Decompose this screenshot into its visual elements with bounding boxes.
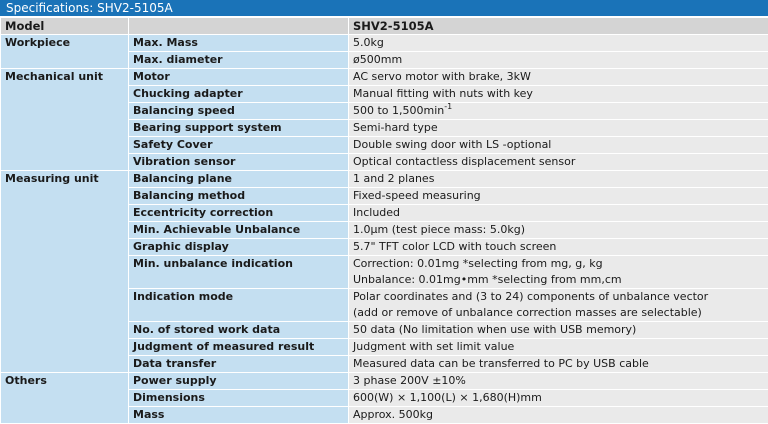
spec-value: Approx. 500kg bbox=[349, 407, 768, 424]
balancing-speed-value: 500 to 1,500min bbox=[353, 104, 444, 117]
header-model-value: SHV2-5105A bbox=[349, 18, 768, 35]
spec-value: 600(W) × 1,100(L) × 1,680(H)mm bbox=[349, 390, 768, 407]
spec-value: 5.7" TFT color LCD with touch screen bbox=[349, 239, 768, 256]
table-row: Others Power supply 3 phase 200V ±10% bbox=[1, 373, 768, 390]
spec-title: Specifications: SHV2-5105A bbox=[0, 0, 768, 17]
spec-table: Model SHV2-5105A Workpiece Max. Mass 5.0… bbox=[0, 17, 768, 424]
spec-item: No. of stored work data bbox=[129, 322, 349, 339]
header-blank bbox=[129, 18, 349, 35]
spec-item: Balancing plane bbox=[129, 171, 349, 188]
indication-mode-line2: (add or remove of unbalance correction m… bbox=[353, 305, 764, 321]
spec-item: Graphic display bbox=[129, 239, 349, 256]
spec-item: Safety Cover bbox=[129, 137, 349, 154]
balancing-speed-exponent: -1 bbox=[444, 103, 452, 112]
category-workpiece: Workpiece bbox=[1, 35, 129, 69]
spec-value: Measured data can be transferred to PC b… bbox=[349, 356, 768, 373]
spec-item: Balancing method bbox=[129, 188, 349, 205]
spec-value: ø500mm bbox=[349, 52, 768, 69]
spec-value: Included bbox=[349, 205, 768, 222]
spec-item: Max. Mass bbox=[129, 35, 349, 52]
spec-value: 1.0μm (test piece mass: 5.0kg) bbox=[349, 222, 768, 239]
category-mechanical-unit: Mechanical unit bbox=[1, 69, 129, 171]
category-measuring-unit: Measuring unit bbox=[1, 171, 129, 373]
table-row: Mechanical unit Motor AC servo motor wit… bbox=[1, 69, 768, 86]
spec-item: Bearing support system bbox=[129, 120, 349, 137]
spec-item: Judgment of measured result bbox=[129, 339, 349, 356]
unbalance-indication: Unbalance: 0.01mg•mm *selecting from mm,… bbox=[353, 272, 764, 288]
spec-value: Correction: 0.01mg *selecting from mg, g… bbox=[349, 256, 768, 289]
indication-mode-line1: Polar coordinates and (3 to 24) componen… bbox=[353, 289, 764, 305]
spec-item: Min. Achievable Unbalance bbox=[129, 222, 349, 239]
spec-value: Semi-hard type bbox=[349, 120, 768, 137]
spec-value: Optical contactless displacement sensor bbox=[349, 154, 768, 171]
spec-item: Chucking adapter bbox=[129, 86, 349, 103]
spec-item: Min. unbalance indication bbox=[129, 256, 349, 289]
spec-item: Power supply bbox=[129, 373, 349, 390]
table-row: Workpiece Max. Mass 5.0kg bbox=[1, 35, 768, 52]
spec-item: Eccentricity correction bbox=[129, 205, 349, 222]
spec-value: 3 phase 200V ±10% bbox=[349, 373, 768, 390]
spec-value: 5.0kg bbox=[349, 35, 768, 52]
spec-value: 50 data (No limitation when use with USB… bbox=[349, 322, 768, 339]
spec-item: Motor bbox=[129, 69, 349, 86]
spec-item: Mass bbox=[129, 407, 349, 424]
spec-item: Indication mode bbox=[129, 289, 349, 322]
spec-value: 500 to 1,500min-1 bbox=[349, 103, 768, 120]
spec-value: Fixed-speed measuring bbox=[349, 188, 768, 205]
spec-value: AC servo motor with brake, 3kW bbox=[349, 69, 768, 86]
spec-item: Vibration sensor bbox=[129, 154, 349, 171]
correction-indication: Correction: 0.01mg *selecting from mg, g… bbox=[353, 256, 764, 272]
spec-item: Balancing speed bbox=[129, 103, 349, 120]
spec-value: Judgment with set limit value bbox=[349, 339, 768, 356]
spec-value: 1 and 2 planes bbox=[349, 171, 768, 188]
spec-value: Double swing door with LS -optional bbox=[349, 137, 768, 154]
spec-item: Max. diameter bbox=[129, 52, 349, 69]
spec-value: Manual fitting with nuts with key bbox=[349, 86, 768, 103]
table-row: Measuring unit Balancing plane 1 and 2 p… bbox=[1, 171, 768, 188]
header-row: Model SHV2-5105A bbox=[1, 18, 768, 35]
header-model-label: Model bbox=[1, 18, 129, 35]
spec-item: Data transfer bbox=[129, 356, 349, 373]
spec-item: Dimensions bbox=[129, 390, 349, 407]
spec-value: Polar coordinates and (3 to 24) componen… bbox=[349, 289, 768, 322]
category-others: Others bbox=[1, 373, 129, 424]
